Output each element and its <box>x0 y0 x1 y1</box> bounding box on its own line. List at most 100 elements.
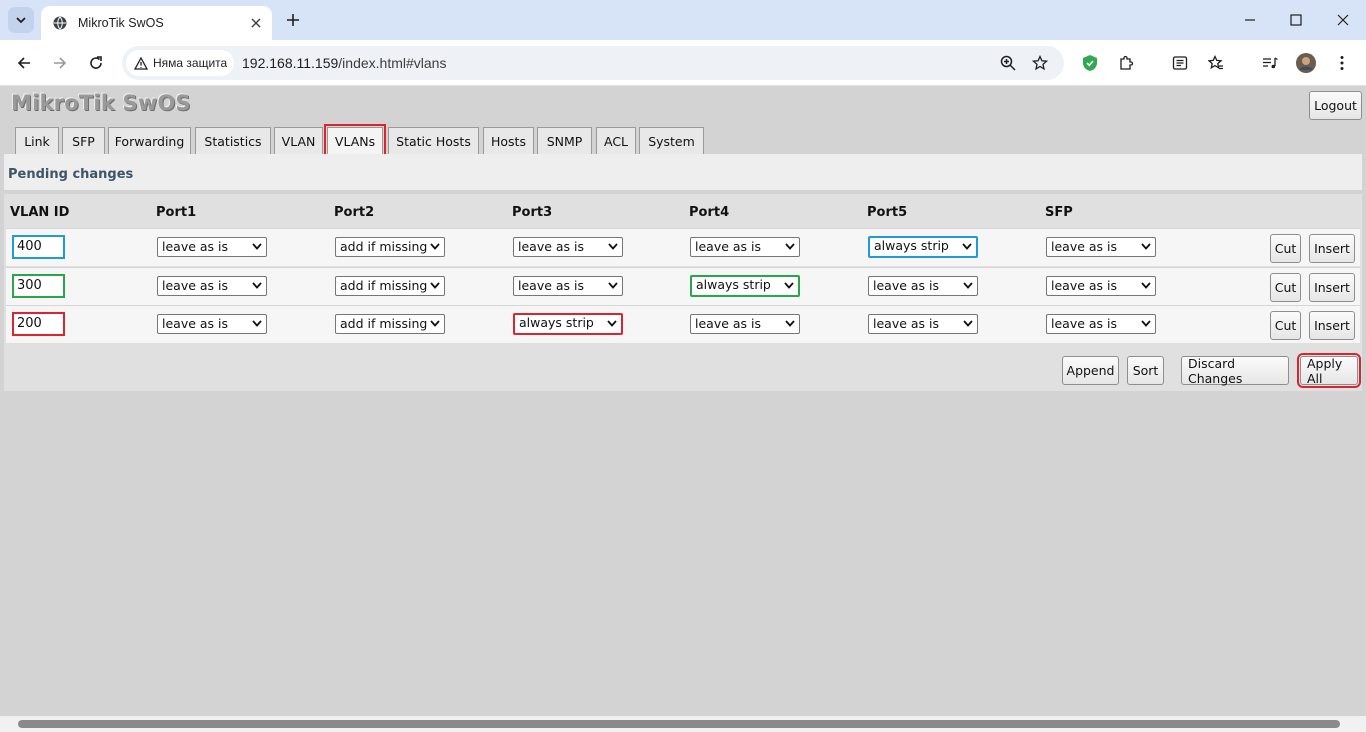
shield-icon <box>1083 55 1097 71</box>
header-port5: Port5 <box>867 205 908 220</box>
cut-button[interactable]: Cut <box>1270 234 1301 263</box>
port-mode-select[interactable]: add if missing <box>335 276 445 296</box>
chevron-down-icon <box>962 243 972 250</box>
port-mode-value: leave as is <box>1051 316 1118 331</box>
forward-button[interactable] <box>46 49 74 77</box>
header-port3: Port3 <box>512 205 553 220</box>
favorites-button[interactable] <box>1202 49 1230 77</box>
apply-all-button[interactable]: Apply All <box>1297 353 1361 388</box>
arrow-right-icon <box>54 57 67 69</box>
port-mode-select[interactable]: add if missing <box>335 237 445 257</box>
close-icon <box>1337 14 1349 26</box>
port-mode-select[interactable]: leave as is <box>690 314 800 334</box>
cut-button[interactable]: Cut <box>1270 311 1301 340</box>
tab-vlans[interactable]: VLANs <box>324 124 386 158</box>
vlan-id-input[interactable]: 300 <box>12 274 65 298</box>
chevron-down-icon <box>963 320 973 327</box>
tab-statistics[interactable]: Statistics <box>195 127 271 155</box>
port-mode-select[interactable]: leave as is <box>1046 276 1156 296</box>
reload-button[interactable] <box>82 49 110 77</box>
append-button[interactable]: Append <box>1062 356 1119 385</box>
chevron-down-icon <box>430 320 440 327</box>
insert-button[interactable]: Insert <box>1309 234 1355 263</box>
close-window-button[interactable] <box>1329 6 1357 34</box>
vlan-id-input[interactable]: 400 <box>12 235 65 259</box>
chevron-down-icon <box>608 282 618 289</box>
reading-list-button[interactable] <box>1166 49 1194 77</box>
profile-button[interactable] <box>1292 49 1320 77</box>
tab-static-hosts[interactable]: Static Hosts <box>388 127 479 155</box>
close-tab-icon[interactable] <box>244 11 268 35</box>
adblock-extension-button[interactable] <box>1076 49 1104 77</box>
tab-link[interactable]: Link <box>15 127 59 155</box>
extensions-button[interactable] <box>1112 49 1140 77</box>
zoom-icon <box>1000 55 1016 71</box>
tab-system[interactable]: System <box>639 127 704 155</box>
sort-button[interactable]: Sort <box>1127 356 1164 385</box>
port-mode-value: add if missing <box>340 316 428 331</box>
header-port1: Port1 <box>156 205 197 220</box>
scrollbar-thumb[interactable] <box>18 720 1340 728</box>
zoom-button[interactable] <box>994 49 1022 77</box>
back-button[interactable] <box>10 49 38 77</box>
header-port2: Port2 <box>334 205 375 220</box>
port-mode-select[interactable]: leave as is <box>1046 314 1156 334</box>
horizontal-scrollbar[interactable] <box>0 716 1366 732</box>
port-mode-select[interactable]: leave as is <box>157 314 267 334</box>
address-bar[interactable]: Няма защита 192.168.11.159/index.html#vl… <box>122 46 1064 80</box>
swos-page: MikroTik SwOS Logout Link SFP Forwarding… <box>0 87 1366 716</box>
header-sfp: SFP <box>1045 205 1073 220</box>
insert-button[interactable]: Insert <box>1309 273 1355 302</box>
security-chip[interactable]: Няма защита <box>126 50 234 76</box>
logout-button[interactable]: Logout <box>1309 91 1362 120</box>
browser-tab-bar: MikroTik SwOS <box>0 0 1366 40</box>
port-mode-value: leave as is <box>162 278 229 293</box>
port-mode-select[interactable]: leave as is <box>157 276 267 296</box>
brand-logo: MikroTik SwOS <box>11 91 191 115</box>
media-control-button[interactable] <box>1256 49 1284 77</box>
cut-button[interactable]: Cut <box>1270 273 1301 302</box>
port-mode-select[interactable]: leave as is <box>513 276 623 296</box>
tab-hosts[interactable]: Hosts <box>483 127 534 155</box>
port-mode-value: add if missing <box>340 239 428 254</box>
browser-tab[interactable]: MikroTik SwOS <box>41 6 272 40</box>
tab-acl[interactable]: ACL <box>596 127 636 155</box>
plus-icon <box>287 14 299 26</box>
tab-snmp[interactable]: SNMP <box>537 127 592 155</box>
chevron-down-icon <box>1141 243 1151 250</box>
port-mode-value: leave as is <box>1051 239 1118 254</box>
url-host: 192.168.11.159 <box>242 55 339 71</box>
chevron-down-icon <box>16 17 26 24</box>
port-mode-select[interactable]: always strip <box>868 236 978 258</box>
new-tab-button[interactable] <box>281 8 305 32</box>
minimize-button[interactable] <box>1236 6 1264 34</box>
reading-list-icon <box>1172 56 1188 70</box>
port-mode-value: always strip <box>519 315 594 330</box>
browser-menu-button[interactable] <box>1328 49 1356 77</box>
chevron-down-icon <box>1141 320 1151 327</box>
insert-button[interactable]: Insert <box>1309 311 1355 340</box>
port-mode-value: add if missing <box>340 278 428 293</box>
tab-forwarding[interactable]: Forwarding <box>108 127 191 155</box>
port-mode-select[interactable]: add if missing <box>335 314 445 334</box>
chevron-down-icon <box>608 243 618 250</box>
tab-vlan[interactable]: VLAN <box>274 127 323 155</box>
chevron-down-icon <box>785 320 795 327</box>
port-mode-select[interactable]: leave as is <box>1046 237 1156 257</box>
tab-sfp[interactable]: SFP <box>62 127 105 155</box>
port-mode-select[interactable]: always strip <box>690 275 800 297</box>
port-mode-select[interactable]: leave as is <box>868 314 978 334</box>
chevron-down-icon <box>785 243 795 250</box>
port-mode-select[interactable]: leave as is <box>690 237 800 257</box>
port-mode-select[interactable]: leave as is <box>157 237 267 257</box>
port-mode-value: leave as is <box>695 316 762 331</box>
tab-search-button[interactable] <box>8 7 34 33</box>
bookmark-button[interactable] <box>1026 49 1054 77</box>
port-mode-select[interactable]: leave as is <box>513 237 623 257</box>
vlan-id-input[interactable]: 200 <box>12 312 65 336</box>
port-mode-select[interactable]: leave as is <box>868 276 978 296</box>
maximize-button[interactable] <box>1282 6 1310 34</box>
chevron-down-icon <box>430 282 440 289</box>
port-mode-select[interactable]: always strip <box>513 313 623 335</box>
discard-changes-button[interactable]: Discard Changes <box>1181 356 1289 386</box>
